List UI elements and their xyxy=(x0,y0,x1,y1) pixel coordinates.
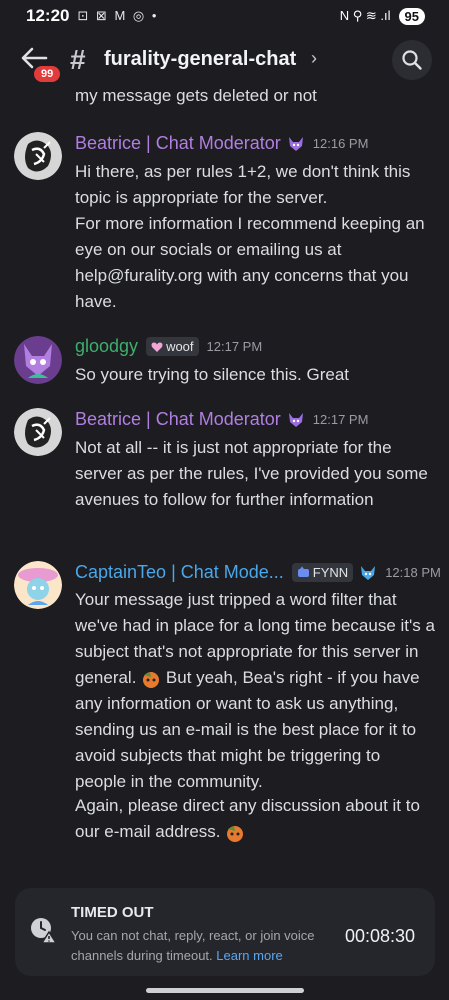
battery-icon: 95 xyxy=(398,7,425,25)
blue-fox-icon xyxy=(361,565,376,580)
avatar[interactable] xyxy=(14,132,62,180)
purple-fox-icon xyxy=(288,412,303,427)
learn-more-link[interactable]: Learn more xyxy=(216,948,282,963)
avatar[interactable] xyxy=(14,336,62,384)
role-tag-label: FYNN xyxy=(312,565,349,580)
message-time: 12:17 PM xyxy=(206,339,263,354)
timeout-timer: 00:08:30 xyxy=(345,926,416,946)
channel-header: 99 # furality-general-chat › xyxy=(0,34,449,88)
cut-off-message: my message gets deleted or not xyxy=(75,88,317,105)
message-text: For more information I recommend keeping… xyxy=(75,214,425,311)
unread-badge: 99 xyxy=(32,64,63,84)
message-text: Again, please direct any discussion abou… xyxy=(75,793,435,845)
notification-icons: ⊡ ⊠ M ◎ • xyxy=(77,8,159,23)
timeout-title: TIMED OUT xyxy=(71,904,154,921)
chevron-right-icon[interactable]: › xyxy=(311,48,317,69)
search-button[interactable] xyxy=(392,40,432,80)
message-text-part: Again, please direct any discussion abou… xyxy=(75,796,420,841)
home-indicator[interactable] xyxy=(146,988,304,993)
heart-icon xyxy=(151,342,163,352)
role-tag: FYNN xyxy=(291,563,354,582)
message-text: Your message just tripped a word filter … xyxy=(75,587,435,795)
system-icons: N ⚲ ≋ .ıl xyxy=(339,8,391,23)
avatar[interactable] xyxy=(14,561,62,609)
hash-icon: # xyxy=(70,44,86,75)
message-text: Hi there, as per rules 1+2, we don't thi… xyxy=(75,162,411,207)
message-text: So youre trying to silence this. Great xyxy=(75,365,350,384)
channel-name[interactable]: furality-general-chat xyxy=(104,48,296,71)
purple-fox-icon xyxy=(288,136,303,151)
message-time: 12:16 PM xyxy=(312,136,369,151)
status-bar: 12:20 ⊡ ⊠ M ◎ • N ⚲ ≋ .ıl 95 xyxy=(0,0,449,32)
timeout-banner: TIMED OUT You can not chat, reply, react… xyxy=(15,888,435,976)
message-time: 12:17 PM xyxy=(312,412,369,427)
author-name[interactable]: gloodgy xyxy=(75,336,138,357)
message-time: 12:18 PM xyxy=(385,565,441,580)
search-icon xyxy=(402,50,422,70)
sneaky-fox-emoji xyxy=(143,671,160,688)
author-name[interactable]: Beatrice | Chat Moderator xyxy=(75,133,281,154)
timeout-description: You can not chat, reply, react, or join … xyxy=(71,926,341,966)
role-tag-label: woof xyxy=(166,339,194,354)
fynn-icon xyxy=(297,566,309,577)
message-text: Not at all -- it is just not appropriate… xyxy=(75,438,428,509)
avatar[interactable] xyxy=(14,408,62,456)
sneaky-fox-emoji xyxy=(227,825,244,842)
status-time: 12:20 xyxy=(26,6,70,25)
author-name[interactable]: Beatrice | Chat Moderator xyxy=(75,409,281,430)
message-list[interactable]: my message gets deleted or not Beatrice … xyxy=(0,88,449,878)
author-name[interactable]: CaptainTeo | Chat Mode... xyxy=(75,562,284,583)
clock-warning-icon xyxy=(31,918,57,944)
role-tag: woof xyxy=(146,337,199,356)
